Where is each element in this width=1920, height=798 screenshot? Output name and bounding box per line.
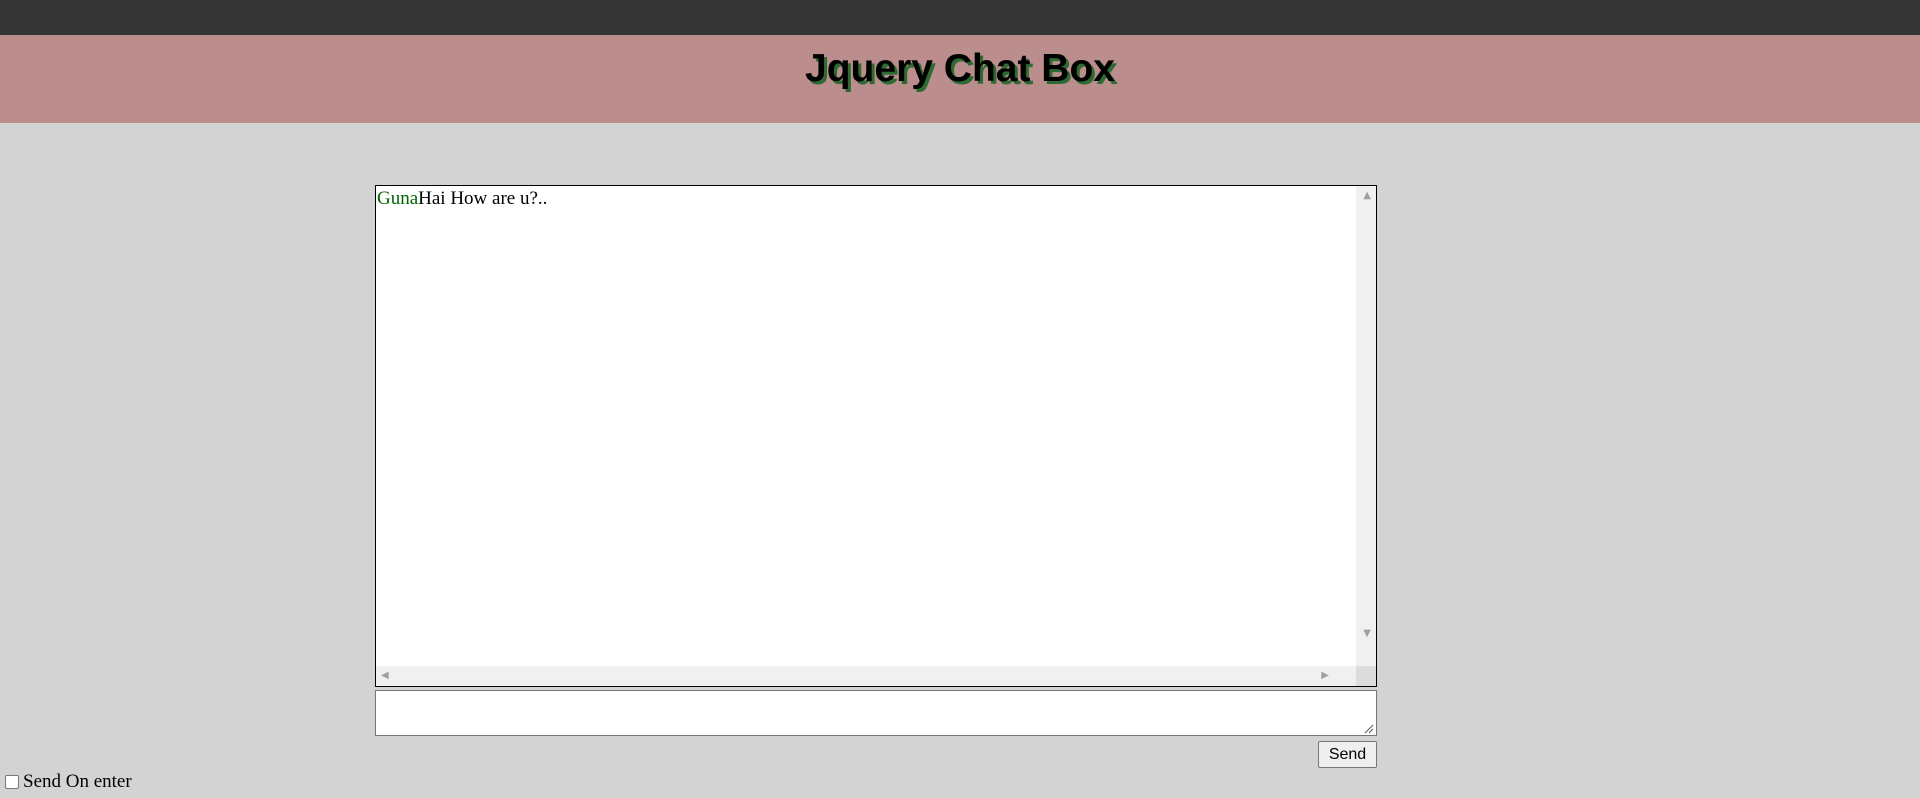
horizontal-scrollbar[interactable]: ◀ ▶ [376, 666, 1356, 686]
message-username: Guna [377, 188, 419, 209]
resize-grip-icon[interactable] [1362, 722, 1374, 734]
page-header: Jquery Chat Box [0, 35, 1920, 123]
send-on-enter-option[interactable]: Send On enter [4, 770, 132, 794]
message-input[interactable] [375, 690, 1377, 736]
page-title: Jquery Chat Box [805, 47, 1115, 90]
vertical-scrollbar[interactable]: ▲ ▼ [1356, 186, 1376, 666]
send-on-enter-label: Send On enter [23, 771, 132, 792]
browser-top-bar [0, 0, 1920, 35]
scroll-left-icon[interactable]: ◀ [381, 671, 389, 681]
send-button[interactable]: Send [1318, 741, 1377, 768]
scroll-right-icon[interactable]: ▶ [1321, 671, 1329, 681]
send-on-enter-checkbox[interactable] [5, 775, 19, 789]
scroll-down-icon[interactable]: ▼ [1363, 629, 1371, 639]
scrollbar-corner [1356, 666, 1376, 686]
message-text: Hai How are u?.. [418, 188, 548, 209]
chat-messages: GunaHai How are u?.. [377, 187, 1355, 665]
chat-log[interactable]: GunaHai How are u?.. ▲ ▼ ◀ ▶ [375, 185, 1377, 687]
chat-message: GunaHai How are u?.. [377, 187, 1355, 211]
scroll-up-icon[interactable]: ▲ [1363, 191, 1371, 201]
